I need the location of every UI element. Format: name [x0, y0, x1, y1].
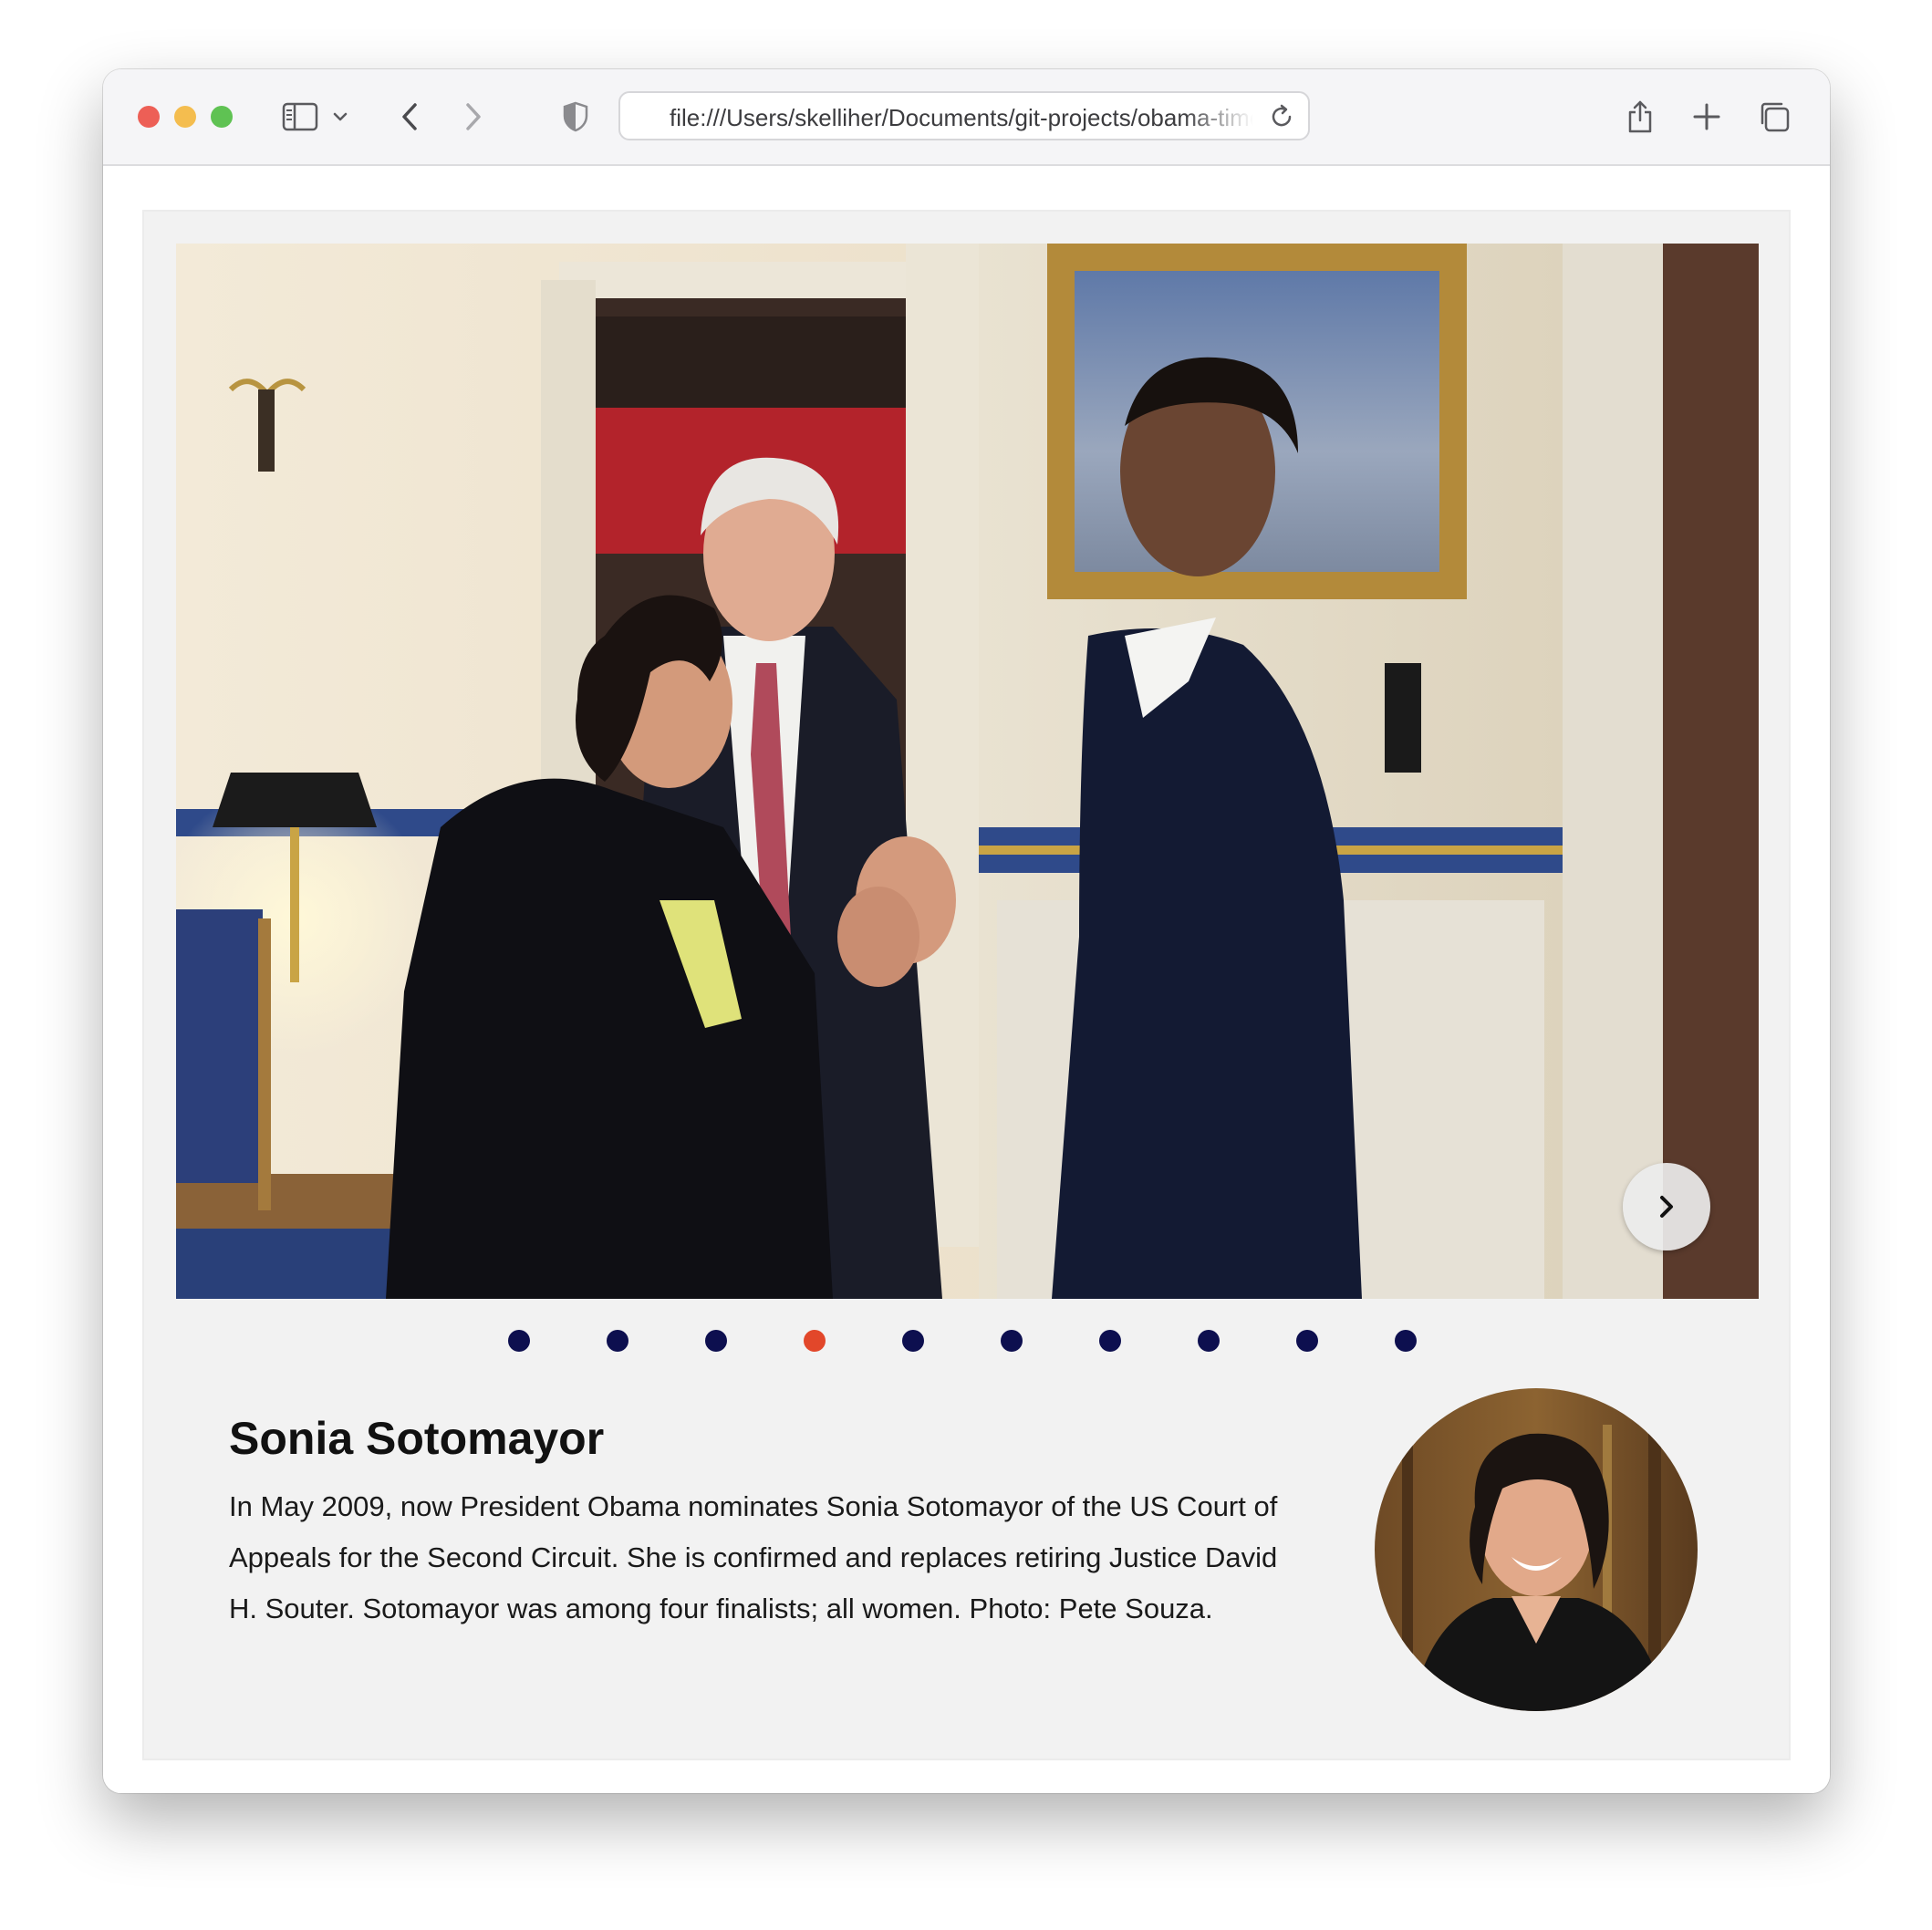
- portrait-thumbnail: [1375, 1388, 1698, 1711]
- timeline-card: Sonia Sotomayor In May 2009, now Preside…: [142, 210, 1791, 1760]
- pagination-dot[interactable]: [1001, 1330, 1023, 1352]
- pagination-dot[interactable]: [1395, 1330, 1417, 1352]
- pagination-dot[interactable]: [607, 1330, 628, 1352]
- chevron-down-icon[interactable]: [329, 95, 351, 139]
- pagination-dot-active[interactable]: [804, 1330, 826, 1352]
- pagination-dot[interactable]: [705, 1330, 727, 1352]
- slide-photo-illustration: [176, 244, 1759, 1299]
- slide-pagination: [144, 1326, 1789, 1354]
- reload-icon[interactable]: [1268, 103, 1295, 135]
- share-icon[interactable]: [1622, 95, 1658, 139]
- chevron-left-icon: [402, 103, 417, 130]
- pagination-dot[interactable]: [1099, 1330, 1121, 1352]
- chevron-right-icon: [1660, 1196, 1673, 1218]
- page-content: Sonia Sotomayor In May 2009, now Preside…: [103, 166, 1830, 1793]
- portrait-illustration: [1375, 1388, 1698, 1711]
- pagination-dot[interactable]: [508, 1330, 530, 1352]
- url-text[interactable]: file:///Users/skelliher/Documents/git-pr…: [670, 104, 1253, 132]
- close-window-button[interactable]: [138, 106, 160, 128]
- slide-photo: [176, 244, 1759, 1299]
- browser-window: file:///Users/skelliher/Documents/git-pr…: [103, 69, 1830, 1793]
- forward-button[interactable]: [457, 95, 490, 139]
- pagination-dot[interactable]: [902, 1330, 924, 1352]
- chevron-right-icon: [466, 103, 481, 130]
- minimize-window-button[interactable]: [174, 106, 196, 128]
- entry-description: In May 2009, now President Obama nominat…: [229, 1490, 1278, 1624]
- browser-toolbar: file:///Users/skelliher/Documents/git-pr…: [103, 69, 1830, 166]
- sidebar-icon[interactable]: [280, 95, 320, 139]
- pagination-dot[interactable]: [1296, 1330, 1318, 1352]
- shield-icon[interactable]: [559, 95, 592, 139]
- next-slide-button[interactable]: [1623, 1163, 1710, 1250]
- pagination-dot[interactable]: [1198, 1330, 1220, 1352]
- zoom-window-button[interactable]: [211, 106, 233, 128]
- address-bar[interactable]: file:///Users/skelliher/Documents/git-pr…: [618, 91, 1310, 140]
- tabs-overview-icon[interactable]: [1756, 95, 1792, 139]
- back-button[interactable]: [393, 95, 426, 139]
- plus-icon[interactable]: [1688, 95, 1725, 139]
- entry-title: Sonia Sotomayor: [229, 1413, 605, 1464]
